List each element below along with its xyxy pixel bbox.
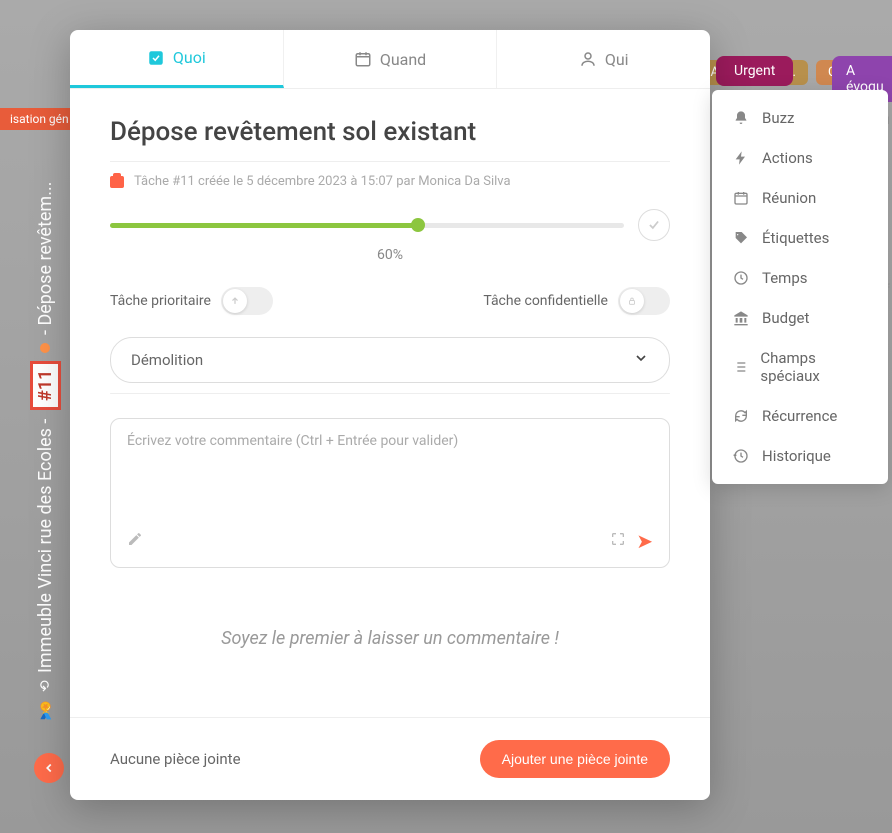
comment-placeholder: Écrivez votre commentaire (Ctrl + Entrée… [127,433,653,449]
category-select[interactable]: Démolition [110,337,670,383]
edit-icon[interactable] [127,531,143,551]
confidential-label: Tâche confidentielle [483,293,608,309]
arrow-up-icon [230,296,240,306]
side-item-buzz[interactable]: Buzz [712,98,888,138]
side-label: Budget [762,309,809,327]
priority-label: Tâche prioritaire [110,293,211,309]
tab-qui[interactable]: Qui [497,30,710,88]
task-modal: Quoi Quand Qui Dépose revêtement sol exi… [70,30,710,800]
vertical-task-num: #11 [30,361,61,410]
side-item-budget[interactable]: Budget [712,298,888,338]
divider [110,393,670,394]
side-item-champs[interactable]: Champs spéciaux [712,338,888,396]
checkbox-icon [147,49,165,67]
tag-urgent[interactable]: Urgent [716,56,793,86]
send-icon[interactable]: ➤ [636,529,653,553]
tab-label: Qui [605,50,629,69]
vertical-task-label: 🏅 ⟲ Immeuble Vinci rue des Ecoles - #11 … [30,120,61,720]
back-button[interactable] [34,753,64,783]
confidential-toggle-group: Tâche confidentielle [483,287,670,315]
side-label: Actions [762,149,813,167]
modal-footer: Aucune pièce jointe Ajouter une pièce jo… [70,717,710,800]
expand-icon[interactable] [610,531,626,551]
no-attachment-text: Aucune pièce jointe [110,750,241,768]
side-item-recurrence[interactable]: Récurrence [712,396,888,436]
task-meta: Tâche #11 créée le 5 décembre 2023 à 15:… [110,174,670,189]
confidential-toggle[interactable] [618,287,670,315]
task-title: Dépose revêtement sol existant [110,117,670,147]
calendar-icon [354,50,372,68]
side-item-temps[interactable]: Temps [712,258,888,298]
bank-icon [732,310,750,326]
side-label: Champs spéciaux [760,349,868,385]
toggle-knob [620,289,644,313]
briefcase-icon [110,176,124,188]
lock-icon [627,296,637,306]
clock-icon [732,270,750,286]
history-icon [732,448,750,464]
progress-slider[interactable] [110,223,624,228]
task-meta-text: Tâche #11 créée le 5 décembre 2023 à 15:… [134,174,511,189]
priority-toggle[interactable] [221,287,273,315]
add-attachment-button[interactable]: Ajouter une pièce jointe [480,740,670,778]
toggle-row: Tâche prioritaire Tâche confidentielle [110,287,670,315]
side-label: Étiquettes [762,229,829,247]
comment-footer: ➤ [127,529,653,553]
user-icon [579,50,597,68]
tab-label: Quoi [173,48,206,67]
comment-box[interactable]: Écrivez votre commentaire (Ctrl + Entrée… [110,418,670,568]
divider [110,161,670,162]
progress-percent: 60% [110,247,670,263]
progress-fill [110,223,418,228]
priority-toggle-group: Tâche prioritaire [110,287,273,315]
tag-icon [732,230,750,246]
side-item-actions[interactable]: Actions [712,138,888,178]
progress-handle[interactable] [411,218,425,232]
side-label: Temps [762,269,808,287]
side-label: Récurrence [762,407,837,425]
complete-check-button[interactable] [638,209,670,241]
chevron-down-icon [633,350,649,370]
bolt-icon [732,150,750,166]
side-menu: Buzz Actions Réunion Étiquettes Temps Bu… [712,90,888,484]
modal-tabs: Quoi Quand Qui [70,30,710,89]
bell-icon [732,110,750,126]
progress-row [110,209,670,241]
list-icon [732,359,748,375]
side-label: Buzz [762,109,795,127]
refresh-icon [732,408,750,424]
tab-label: Quand [380,50,426,69]
toggle-knob [223,289,247,313]
side-label: Historique [762,447,831,465]
modal-body: Dépose revêtement sol existant Tâche #11… [70,89,710,717]
side-item-reunion[interactable]: Réunion [712,178,888,218]
side-item-etiquettes[interactable]: Étiquettes [712,218,888,258]
calendar-icon [732,190,750,206]
side-item-historique[interactable]: Historique [712,436,888,476]
empty-comments-text: Soyez le premier à laisser un commentair… [110,628,670,649]
category-value: Démolition [131,351,203,369]
side-label: Réunion [762,189,816,207]
tab-quoi[interactable]: Quoi [70,30,284,88]
tab-quand[interactable]: Quand [284,30,498,88]
